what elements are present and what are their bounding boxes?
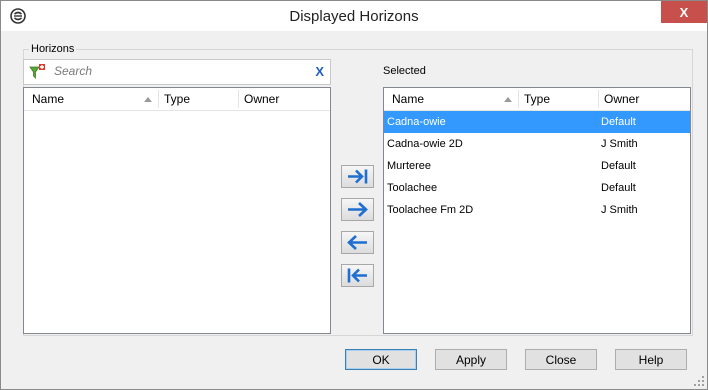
list-header: Name Type Owner <box>24 88 330 111</box>
table-row[interactable]: Toolachee Default <box>384 177 690 199</box>
cell-owner: Default <box>601 182 636 194</box>
column-header-type[interactable]: Type <box>524 88 550 110</box>
sort-ascending-icon <box>504 97 512 102</box>
window-close-button[interactable]: X <box>661 1 707 23</box>
move-left-icon <box>347 235 367 250</box>
horizons-group-label: Horizons <box>29 43 77 55</box>
apply-button[interactable]: Apply <box>435 349 507 370</box>
move-all-right-button[interactable] <box>341 165 374 188</box>
cell-owner: Default <box>601 160 636 172</box>
move-left-button[interactable] <box>341 231 374 254</box>
cell-owner: Default <box>601 116 636 128</box>
close-button[interactable]: Close <box>525 349 597 370</box>
column-divider[interactable] <box>518 90 519 108</box>
table-row[interactable]: Cadna-owie Default <box>384 111 690 133</box>
clear-search-icon[interactable]: X <box>315 64 324 79</box>
sort-ascending-icon <box>144 97 152 102</box>
close-icon: X <box>679 4 689 20</box>
cell-name: Cadna-owie <box>387 116 446 128</box>
move-all-left-icon <box>347 268 367 283</box>
cell-owner: J Smith <box>601 204 638 216</box>
selected-horizons-list[interactable]: Name Type Owner Cadna-owie Default Cadna… <box>383 87 691 334</box>
cell-name: Murteree <box>387 160 432 172</box>
column-divider[interactable] <box>598 90 599 108</box>
window-title: Displayed Horizons <box>289 8 419 25</box>
cell-name: Cadna-owie 2D <box>387 138 463 150</box>
table-row[interactable]: Murteree Default <box>384 155 690 177</box>
column-header-name[interactable]: Name <box>392 88 424 110</box>
column-header-owner[interactable]: Owner <box>244 88 279 110</box>
move-all-left-button[interactable] <box>341 264 374 287</box>
help-button[interactable]: Help <box>615 349 687 370</box>
search-bar: X <box>23 59 331 85</box>
add-filter-icon[interactable] <box>28 63 46 81</box>
move-right-button[interactable] <box>341 198 374 221</box>
search-input[interactable] <box>54 62 304 80</box>
column-header-type[interactable]: Type <box>164 88 190 110</box>
column-header-owner[interactable]: Owner <box>604 88 639 110</box>
resize-grip-icon[interactable] <box>694 376 704 386</box>
ok-button[interactable]: OK <box>345 349 417 370</box>
list-header: Name Type Owner <box>384 88 690 111</box>
table-row[interactable]: Cadna-owie 2D J Smith <box>384 133 690 155</box>
available-horizons-list[interactable]: Name Type Owner <box>23 87 331 334</box>
column-header-name[interactable]: Name <box>32 88 64 110</box>
cell-name: Toolachee Fm 2D <box>387 204 474 216</box>
move-all-right-icon <box>348 169 368 184</box>
dialog-window: Displayed Horizons X Horizons X Name Typ… <box>0 0 708 390</box>
selected-list-label: Selected <box>383 65 426 77</box>
move-right-icon <box>348 202 368 217</box>
column-divider[interactable] <box>238 90 239 108</box>
column-divider[interactable] <box>158 90 159 108</box>
cell-name: Toolachee <box>387 182 438 194</box>
title-bar[interactable]: Displayed Horizons X <box>1 1 707 31</box>
cell-owner: J Smith <box>601 138 638 150</box>
table-row[interactable]: Toolachee Fm 2D J Smith <box>384 199 690 221</box>
